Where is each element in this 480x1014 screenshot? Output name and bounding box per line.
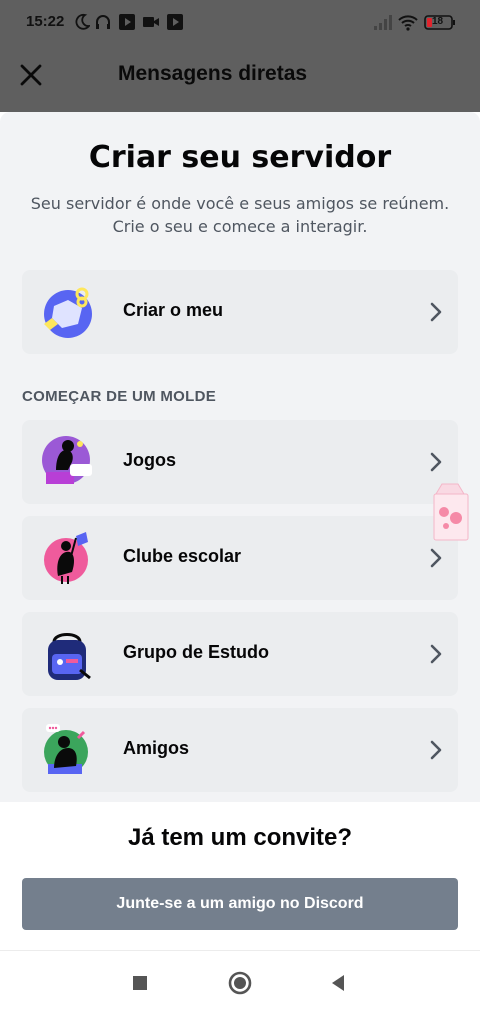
chevron-right-icon <box>430 548 442 568</box>
friends-icon <box>44 724 88 774</box>
status-bar: 15:22 18 <box>0 0 480 44</box>
recents-icon[interactable] <box>126 969 154 997</box>
template-study-group-label: Grupo de Estudo <box>123 642 269 662</box>
gaming-icon <box>42 436 92 484</box>
chevron-right-icon <box>430 740 442 760</box>
globe-icon <box>44 287 92 338</box>
system-nav-bar <box>0 950 480 1014</box>
play-icon <box>119 14 135 30</box>
header-title: Mensagens diretas <box>118 62 308 85</box>
school-club-icon <box>44 532 88 584</box>
backpack-icon <box>48 633 91 680</box>
sheet-title: Criar seu servidor <box>88 140 392 175</box>
video-icon <box>143 17 159 27</box>
template-gaming[interactable]: Jogos <box>22 420 458 504</box>
moon-icon <box>75 13 90 30</box>
template-study-group[interactable]: Grupo de Estudo <box>22 612 458 696</box>
battery-level: 18 <box>432 16 444 27</box>
template-gaming-label: Jogos <box>123 450 177 470</box>
sheet-subtitle-line-1: Seu servidor é onde você e seus amigos s… <box>30 194 450 213</box>
chevron-right-icon <box>430 302 442 322</box>
template-school-club-label: Clube escolar <box>123 546 242 566</box>
chevron-right-icon <box>430 452 442 472</box>
invite-title: Já tem um convite? <box>127 824 353 851</box>
home-icon[interactable] <box>226 969 254 997</box>
sheet-subtitle-line-2: Crie o seu e comece a interagir. <box>112 217 368 236</box>
back-icon[interactable] <box>324 969 352 997</box>
headphones-icon <box>96 15 110 29</box>
chevron-right-icon <box>430 644 442 664</box>
template-friends[interactable]: Amigos <box>22 708 458 792</box>
template-section-label: COMEÇAR DE UM MOLDE <box>22 388 217 405</box>
signal-icon <box>374 15 392 30</box>
top-app-bar: Mensagens diretas <box>0 44 480 112</box>
create-own-button[interactable]: Criar o meu <box>22 270 458 354</box>
join-friend-button[interactable]: Junte-se a um amigo no Discord <box>22 878 458 930</box>
create-own-label: Criar o meu <box>123 300 224 320</box>
status-time: 15:22 <box>26 13 65 30</box>
milk-carton-sticker-icon[interactable] <box>428 482 472 542</box>
sheet-subtitle: Seu servidor é onde você e seus amigos s… <box>0 192 480 238</box>
template-friends-label: Amigos <box>123 738 190 758</box>
template-school-club[interactable]: Clube escolar <box>22 516 458 600</box>
play-icon <box>167 14 183 30</box>
wifi-icon <box>398 15 418 31</box>
close-icon[interactable] <box>16 60 46 90</box>
